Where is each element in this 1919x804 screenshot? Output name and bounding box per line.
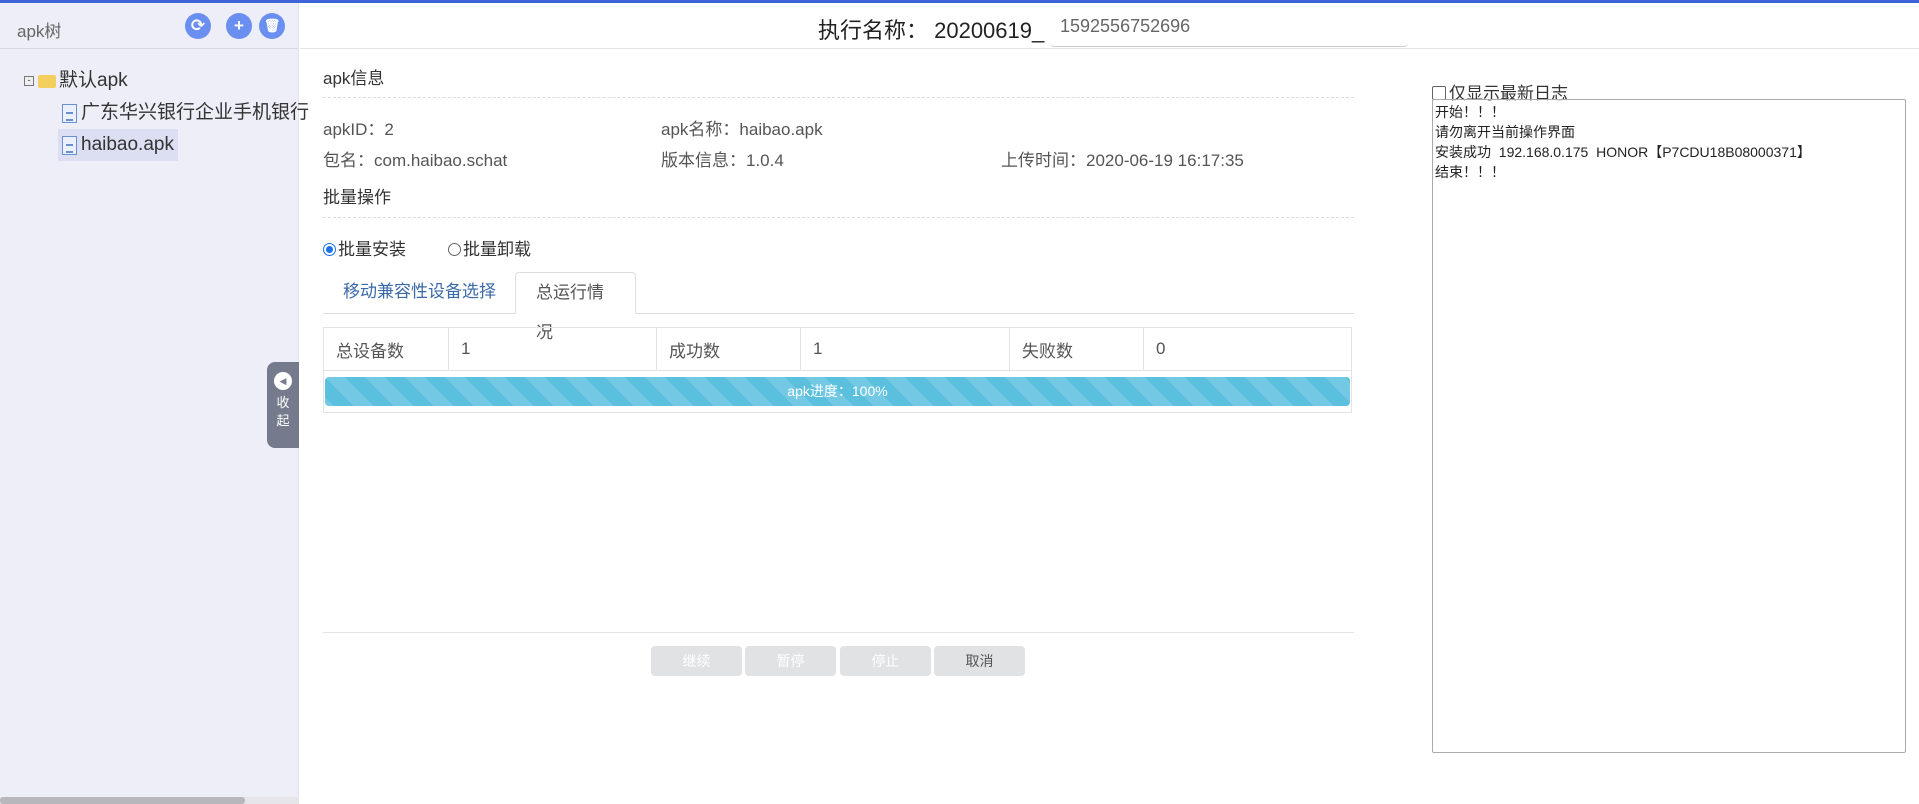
tree-file[interactable]: 广东华兴银行企业手机银行 <box>24 97 309 129</box>
file-label: haibao.apk <box>81 134 174 155</box>
file-label: 广东华兴银行企业手机银行 <box>81 102 310 123</box>
execution-name-label: 执行名称： 20200619_ <box>818 18 1045 43</box>
refresh-icon[interactable]: ⟳ <box>185 13 211 39</box>
sidebar-header: apk树 ⟳ + 🗑 <box>0 3 298 49</box>
apk-tree: - 默认apk 广东华兴银行企业手机银行 haibao.apk <box>24 65 309 161</box>
arrow-left-icon: ◀ <box>274 372 292 390</box>
file-icon <box>62 103 77 123</box>
sidebar: apk树 ⟳ + 🗑 - 默认apk 广东华兴银行企业手机银行 haibao.a… <box>0 3 309 804</box>
upload-time: 上传时间：2020-06-19 16:17:35 <box>1001 151 1244 170</box>
divider <box>323 217 1354 218</box>
apk-id: apkID：2 <box>323 120 394 139</box>
checkbox-icon <box>1432 86 1446 100</box>
progress-cell: apk进度：100% <box>323 370 1352 413</box>
horizontal-scrollbar[interactable] <box>0 797 299 804</box>
collapse-sidebar-button[interactable]: ◀ 收 起 <box>267 362 299 448</box>
radio-label: 批量安装 <box>338 240 406 259</box>
continue-button[interactable]: 继续 <box>651 646 742 676</box>
success-label: 成功数 <box>656 327 801 371</box>
log-line: 请勿离开当前操作界面 <box>1435 124 1575 140</box>
tree-file-selected[interactable]: haibao.apk <box>24 129 309 161</box>
log-line: 开始！！！ <box>1435 104 1505 120</box>
add-icon[interactable]: + <box>226 13 252 39</box>
cancel-button[interactable]: 取消 <box>934 646 1025 676</box>
collapse-toggle-icon[interactable]: - <box>24 76 34 86</box>
delete-icon[interactable]: 🗑 <box>259 13 285 39</box>
total-devices-value: 1 <box>448 327 657 371</box>
batch-uninstall-radio[interactable]: 批量卸载 <box>448 235 531 260</box>
pause-button[interactable]: 暂停 <box>745 646 836 676</box>
success-value: 1 <box>800 327 1010 371</box>
fail-value: 0 <box>1143 327 1352 371</box>
progress-bar: apk进度：100% <box>325 377 1350 406</box>
fail-label: 失败数 <box>1009 327 1144 371</box>
file-icon <box>62 135 77 155</box>
apk-name: apk名称：haibao.apk <box>661 120 823 139</box>
batch-install-radio[interactable]: 批量安装 <box>323 235 406 260</box>
table-row: 总设备数 1 成功数 1 失败数 0 <box>323 327 1352 371</box>
folder-icon <box>38 74 56 88</box>
log-line: 结束！！！ <box>1435 164 1505 180</box>
batch-heading: 批量操作 <box>323 188 391 207</box>
tab-bar: 移动兼容性设备选择 总运行情况 <box>323 272 1354 342</box>
log-textarea[interactable]: 开始！！！ 请勿离开当前操作界面 安装成功 192.168.0.175 HONO… <box>1432 99 1906 753</box>
collapse-label: 起 <box>276 413 290 428</box>
divider <box>323 632 1354 633</box>
tree-folder[interactable]: - 默认apk <box>24 65 309 97</box>
tab-device-selection[interactable]: 移动兼容性设备选择 <box>323 272 516 314</box>
radio-label: 批量卸载 <box>463 240 531 259</box>
stop-button[interactable]: 停止 <box>840 646 931 676</box>
table-row: apk进度：100% <box>323 370 1352 413</box>
package-name: 包名：com.haibao.schat <box>323 151 508 170</box>
radio-unchecked-icon <box>448 243 461 256</box>
tab-overall-status[interactable]: 总运行情况 <box>515 272 636 342</box>
stats-table: 总设备数 1 成功数 1 失败数 0 apk进度：100% <box>323 327 1352 413</box>
execution-name-input[interactable] <box>1050 7 1408 47</box>
version-info: 版本信息：1.0.4 <box>661 151 784 170</box>
total-devices-label: 总设备数 <box>323 327 449 371</box>
divider <box>323 97 1354 98</box>
apk-info-heading: apk信息 <box>323 69 385 88</box>
sidebar-title: apk树 <box>17 22 62 41</box>
collapse-label: 收 <box>276 395 290 410</box>
log-line: 安装成功 192.168.0.175 HONOR【P7CDU18B0800037… <box>1435 144 1811 160</box>
folder-label: 默认apk <box>59 70 128 91</box>
radio-checked-icon <box>323 243 336 256</box>
page-header: 执行名称： 20200619_ <box>300 3 1919 49</box>
